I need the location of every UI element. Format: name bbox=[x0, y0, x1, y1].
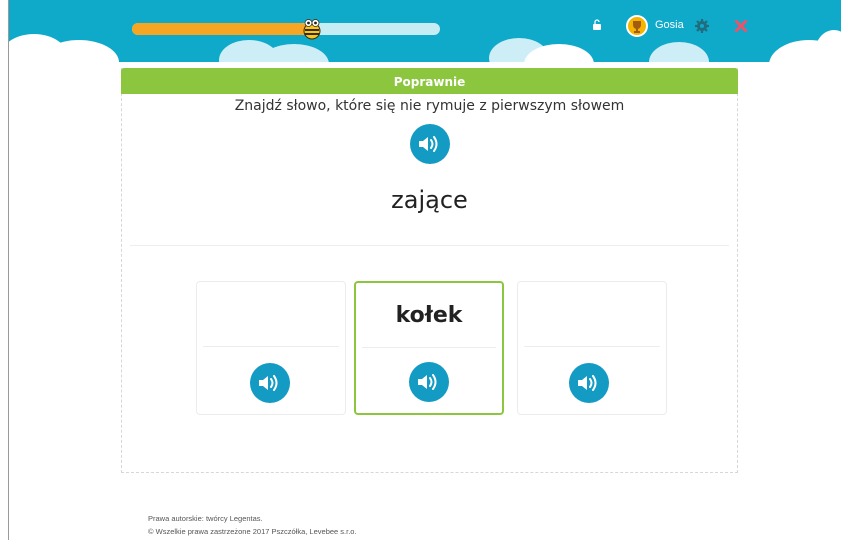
play-word-button[interactable] bbox=[410, 124, 450, 164]
trophy-avatar-icon[interactable] bbox=[625, 14, 649, 38]
footer-authors: Prawa autorskie: twórcy Legentas. bbox=[148, 514, 263, 523]
answer-card[interactable] bbox=[517, 281, 667, 415]
status-banner: Poprawnie bbox=[121, 68, 738, 94]
cloud-decoration bbox=[814, 30, 841, 62]
speaker-icon bbox=[259, 375, 278, 391]
user-name[interactable]: Gosia bbox=[655, 19, 684, 31]
bee-icon bbox=[303, 19, 321, 40]
card-divider bbox=[203, 346, 339, 347]
play-option-button[interactable] bbox=[409, 362, 449, 402]
card-divider bbox=[524, 346, 660, 347]
speaker-icon bbox=[578, 375, 597, 391]
progress-fill bbox=[132, 23, 308, 35]
footer-copyright: © Wszelkie prawa zastrzeżone 2017 Pszczó… bbox=[148, 527, 357, 536]
header-bar: Gosia bbox=[9, 0, 841, 62]
unlock-icon[interactable] bbox=[592, 19, 602, 31]
close-icon[interactable] bbox=[735, 20, 747, 32]
cloud-decoration bbox=[649, 42, 709, 62]
answer-card-selected[interactable]: kołek bbox=[354, 281, 504, 415]
answer-word: kołek bbox=[395, 303, 463, 328]
speaker-icon bbox=[418, 374, 437, 390]
answer-card[interactable] bbox=[196, 281, 346, 415]
gear-icon[interactable] bbox=[695, 19, 709, 33]
play-option-button[interactable] bbox=[569, 363, 609, 403]
speaker-icon bbox=[419, 136, 438, 152]
play-option-button[interactable] bbox=[250, 363, 290, 403]
divider bbox=[130, 245, 729, 246]
card-divider bbox=[362, 347, 496, 348]
instruction-text: Znajdź słowo, które się nie rymuje z pie… bbox=[234, 98, 625, 114]
progress-bar bbox=[132, 23, 440, 35]
window-border bbox=[8, 0, 9, 540]
target-word: zające bbox=[391, 186, 468, 214]
